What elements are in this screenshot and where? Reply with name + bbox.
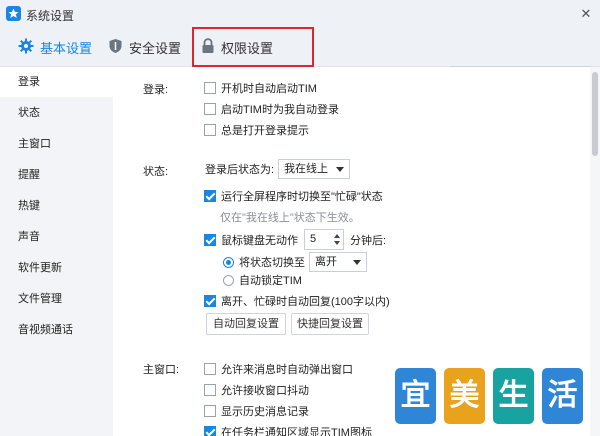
tab-security-settings[interactable]: 安全设置 — [108, 28, 181, 67]
fullscreen-hint: 仅在"我在线上"状态下生效。 — [220, 212, 360, 224]
after-login-status-label: 登录后状态为: — [205, 164, 275, 176]
stepper-down-icon[interactable] — [334, 241, 340, 245]
option-label: 鼠标键盘无动作 — [221, 234, 298, 247]
option-label: 启动TIM时为我自动登录 — [221, 104, 339, 116]
checkbox[interactable] — [204, 103, 216, 115]
checkbox[interactable] — [204, 190, 216, 202]
section-label-status: 状态: — [143, 166, 169, 178]
chevron-down-icon — [353, 260, 361, 265]
switch-status-select[interactable]: 离开 — [309, 252, 367, 272]
sidebar-item-hotkey[interactable]: 热键 — [0, 191, 113, 221]
idle-suffix: 分钟后: — [350, 234, 387, 247]
scrollbar-thumb[interactable] — [592, 72, 598, 156]
option-label: 自动锁定TIM — [239, 275, 302, 287]
sidebar-item-file-management[interactable]: 文件管理 — [0, 284, 113, 314]
window-title: 系统设置 — [26, 9, 75, 23]
option-label: 总是打开登录提示 — [221, 125, 309, 137]
option-auto-login[interactable]: 启动TIM时为我自动登录 — [204, 101, 339, 117]
radio[interactable] — [223, 256, 234, 268]
sidebar-item-reminder[interactable]: 提醒 — [0, 160, 113, 190]
option-tray-icon[interactable]: 在任务栏通知区域显示TIM图标 — [204, 424, 372, 436]
sidebar-item-sound[interactable]: 声音 — [0, 222, 113, 252]
option-switch-status[interactable]: 将状态切换至 离开 — [223, 252, 367, 272]
section-label-main-window: 主窗口: — [143, 364, 180, 376]
shield-icon — [108, 38, 123, 57]
app-logo-icon — [6, 6, 21, 21]
option-auto-popup[interactable]: 允许来消息时自动弹出窗口 — [204, 361, 353, 377]
sidebar-item-login[interactable]: 登录 — [0, 67, 113, 97]
sidebar-item-av-call[interactable]: 音视频通话 — [0, 315, 113, 345]
option-label: 开机时自动启动TIM — [221, 83, 317, 95]
checkbox[interactable] — [204, 363, 216, 375]
option-label: 在任务栏通知区域显示TIM图标 — [221, 427, 372, 436]
checkbox[interactable] — [204, 82, 216, 94]
stepper-value: 5 — [310, 233, 317, 245]
option-label: 允许来消息时自动弹出窗口 — [221, 364, 353, 376]
checkbox[interactable] — [204, 405, 216, 417]
radio[interactable] — [223, 274, 234, 286]
section-label-login: 登录: — [143, 84, 169, 96]
option-auto-start[interactable]: 开机时自动启动TIM — [204, 80, 317, 96]
chevron-down-icon — [336, 167, 345, 172]
option-label: 显示历史消息记录 — [221, 406, 309, 418]
title-bar: 系统设置 ✕ — [0, 0, 600, 28]
checkbox[interactable] — [204, 233, 216, 246]
sidebar-item-software-update[interactable]: 软件更新 — [0, 253, 113, 283]
option-history[interactable]: 显示历史消息记录 — [204, 403, 309, 419]
select-value: 离开 — [315, 256, 337, 268]
option-auto-reply[interactable]: 离开、忙碌时自动回复(100字以内) — [204, 293, 390, 309]
idle-minutes-stepper[interactable]: 5 — [304, 229, 344, 250]
after-login-status-row: 登录后状态为: 我在线上 — [205, 159, 351, 179]
watermark-char: 宜 — [395, 368, 436, 424]
watermark-char: 活 — [542, 368, 583, 424]
option-auto-lock[interactable]: 自动锁定TIM — [223, 272, 302, 288]
option-idle[interactable]: 鼠标键盘无动作 5 分钟后: — [204, 229, 386, 250]
settings-window: 系统设置 ✕ 基本设置 安全设置 权限设置 搜索设置项 登录 状态 主窗口 提醒… — [0, 0, 600, 436]
stepper-up-icon[interactable] — [334, 234, 340, 238]
close-button[interactable]: ✕ — [575, 4, 597, 24]
quick-reply-settings-button[interactable]: 快捷回复设置 — [291, 313, 369, 335]
option-label: 运行全屏程序时切换至"忙碌"状态 — [221, 191, 383, 203]
sidebar-item-status[interactable]: 状态 — [0, 98, 113, 128]
tab-label: 安全设置 — [129, 41, 182, 56]
watermark-char: 美 — [444, 368, 485, 424]
auto-reply-settings-button[interactable]: 自动回复设置 — [206, 313, 286, 335]
option-label: 离开、忙碌时自动回复(100字以内) — [221, 296, 390, 308]
select-value: 我在线上 — [284, 163, 329, 175]
tab-label: 基本设置 — [40, 41, 93, 56]
option-label: 允许接收窗口抖动 — [221, 385, 309, 397]
checkbox[interactable] — [204, 426, 216, 436]
checkbox[interactable] — [204, 124, 216, 136]
sidebar-item-main-window[interactable]: 主窗口 — [0, 129, 113, 159]
after-login-status-select[interactable]: 我在线上 — [278, 159, 351, 179]
option-fullscreen-busy[interactable]: 运行全屏程序时切换至"忙碌"状态 — [204, 188, 383, 204]
gear-icon — [18, 38, 34, 57]
highlight-annotation-box — [192, 27, 314, 67]
sidebar: 登录 状态 主窗口 提醒 热键 声音 软件更新 文件管理 音视频通话 — [0, 67, 113, 436]
watermark-char: 生 — [493, 368, 534, 424]
option-window-shake[interactable]: 允许接收窗口抖动 — [204, 382, 309, 398]
checkbox[interactable] — [204, 384, 216, 396]
option-label: 将状态切换至 — [239, 257, 305, 269]
option-login-prompt[interactable]: 总是打开登录提示 — [204, 122, 309, 138]
tab-basic-settings[interactable]: 基本设置 — [18, 28, 92, 67]
checkbox[interactable] — [204, 295, 216, 307]
